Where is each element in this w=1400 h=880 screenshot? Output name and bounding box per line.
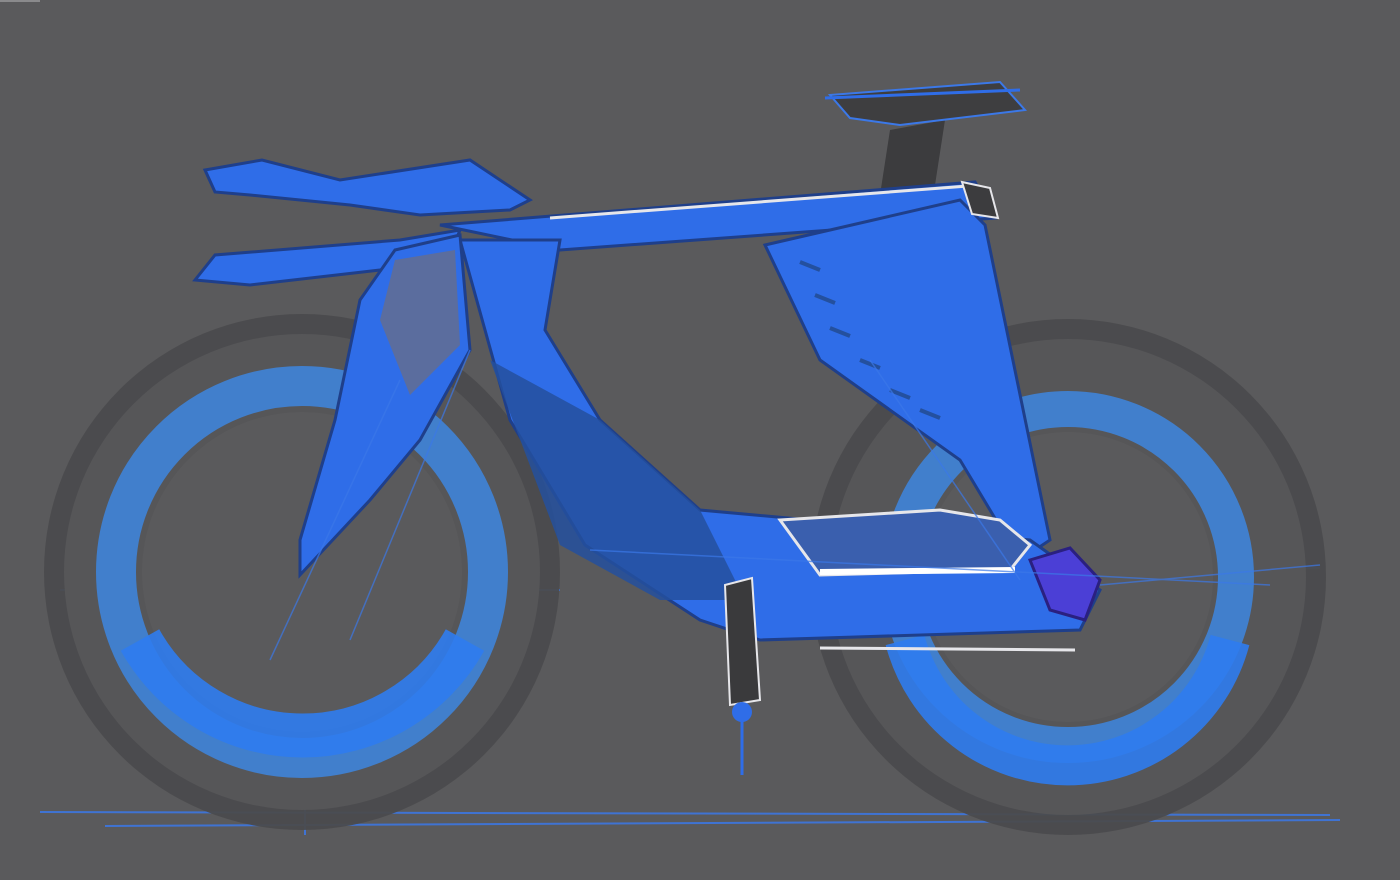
bicycle-sketch [39, 80, 1341, 835]
seatpost-and-saddle [824, 80, 1028, 195]
sketch-canvas [0, 0, 1400, 880]
crank-arm [723, 576, 762, 775]
